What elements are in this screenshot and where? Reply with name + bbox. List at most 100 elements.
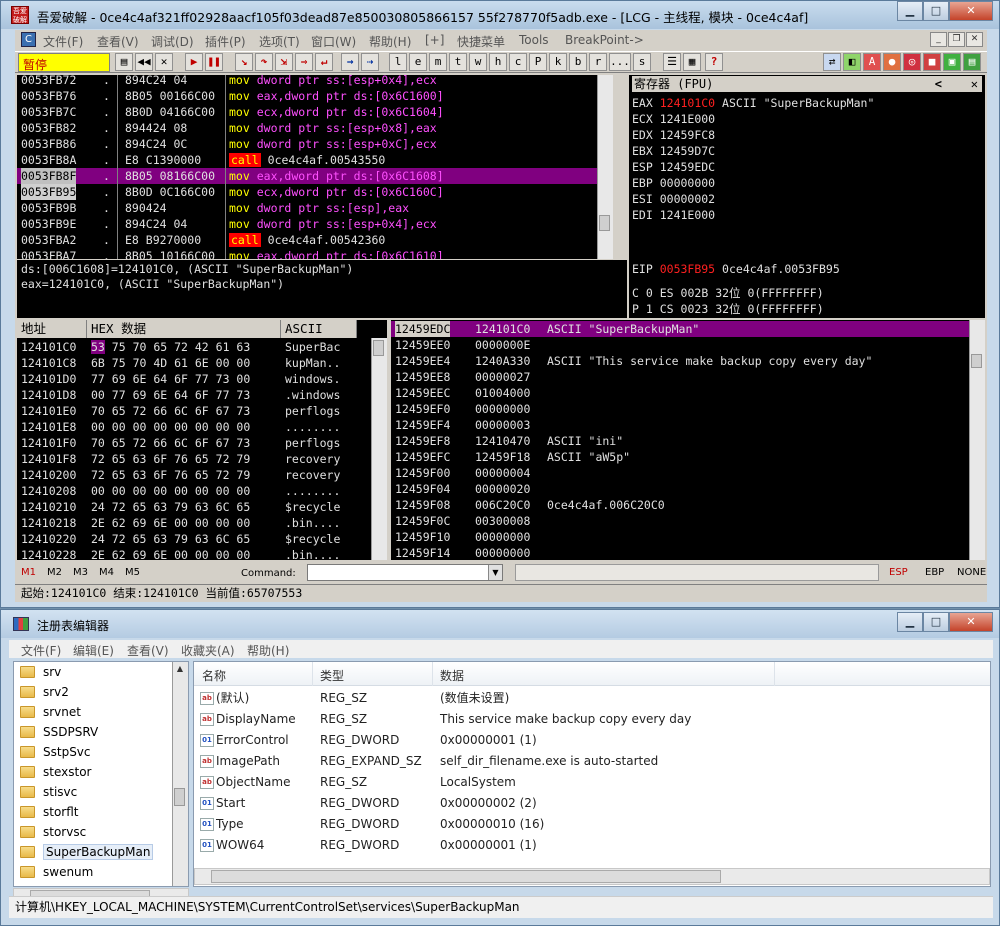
m3-button[interactable]: M3	[73, 567, 88, 578]
m4-button[interactable]: M4	[99, 567, 114, 578]
refresh-icon[interactable]: ⇄	[823, 53, 841, 71]
menu-file[interactable]: 文件(F)	[21, 642, 61, 659]
tree-item[interactable]: stisvc	[20, 782, 77, 803]
register-row[interactable]: ECX 1241E000	[632, 111, 715, 127]
menu-shortcut[interactable]: 快捷菜单	[457, 33, 505, 50]
stack-row[interactable]: 12459EE0 0000000E	[391, 337, 971, 353]
dump-row[interactable]: 124101C8 6B 75 70 4D 61 6E 00 00 kupMan..	[17, 355, 377, 371]
dump-row[interactable]: 12410220 24 72 65 63 79 63 6C 65 $recycle	[17, 531, 377, 547]
disasm-row[interactable]: 0053FB7C. 8B0D 04166C00 mov ecx,dword ptr …	[17, 104, 613, 120]
step-into-icon[interactable]: ↘	[235, 53, 253, 71]
stack-scrollbar[interactable]	[969, 320, 985, 560]
dump-row[interactable]: 124101F0 70 65 72 66 6C 6F 67 73 perflogs	[17, 435, 377, 451]
disasm-row[interactable]: 0053FB9B. 890424 mov dword ptr ss:[esp],ea…	[17, 200, 613, 216]
dump-row[interactable]: 124101D0 77 69 6E 64 6F 77 73 00 windows.	[17, 371, 377, 387]
trace-into-icon[interactable]: ⇲	[275, 53, 293, 71]
dump-header-hex[interactable]: HEX 数据	[87, 320, 281, 338]
disasm-row[interactable]: 0053FBA7. 8B05 10166C00 mov eax,dword ptr …	[17, 248, 613, 259]
mdi-minimize-button[interactable]: _	[930, 32, 947, 47]
values-hscroll-thumb[interactable]	[211, 870, 721, 883]
memory-dump-pane[interactable]: 地址 HEX 数据 ASCII 124101C0 53 75 70 65 72 4…	[17, 320, 387, 560]
stack-row[interactable]: 12459F0C 00300008	[391, 513, 971, 529]
stack-row[interactable]: 12459EF4 00000003	[391, 417, 971, 433]
help-icon[interactable]: ?	[705, 53, 723, 71]
ebp-button[interactable]: EBP	[925, 567, 944, 578]
tree-item[interactable]: stexstor	[20, 762, 91, 783]
register-row[interactable]: EDI 1241E000	[632, 207, 715, 223]
value-row[interactable]: ab DisplayName REG_SZ This service make bac…	[194, 709, 990, 730]
dump-row[interactable]: 12410228 2E 62 69 6E 00 00 00 00 .bin....	[17, 547, 377, 560]
trace-over-icon[interactable]: ⇒	[295, 53, 313, 71]
tree-scrollbar[interactable]: ▲	[172, 662, 188, 886]
menu-window[interactable]: 窗口(W)	[311, 33, 356, 50]
tree-item[interactable]: swenum	[20, 862, 93, 883]
column-data[interactable]: 数据	[440, 667, 464, 684]
menu-plus[interactable]: [+]	[425, 33, 444, 47]
stack-pane[interactable]: 12459EDC 124101C0 ASCII "SuperBackupMan" 12…	[391, 320, 985, 560]
list-icon[interactable]: ☰	[663, 53, 681, 71]
disasm-row[interactable]: 0053FB8F. 8B05 08166C00 mov eax,dword ptr …	[17, 168, 613, 184]
m5-button[interactable]: M5	[125, 567, 140, 578]
toolbar-letter-button[interactable]: c	[509, 53, 527, 71]
close-button[interactable]: ✕	[949, 612, 993, 632]
chevron-down-icon[interactable]: ▼	[488, 565, 502, 580]
toolbar-letter-button[interactable]: t	[449, 53, 467, 71]
dump-row[interactable]: 124101E0 70 65 72 66 6C 6F 67 73 perflogs	[17, 403, 377, 419]
register-row[interactable]: EBX 12459D7C	[632, 143, 715, 159]
value-row[interactable]: ab ObjectName REG_SZ LocalSystem	[194, 772, 990, 793]
toolbar-letter-button[interactable]: m	[429, 53, 447, 71]
stack-row[interactable]: 12459F14 00000000	[391, 545, 971, 560]
close-icon[interactable]: ✕	[971, 76, 978, 92]
goto-icon[interactable]: →	[341, 53, 359, 71]
run-icon[interactable]: ▶	[185, 53, 203, 71]
register-row-eip[interactable]: EIP 0053FB95 0ce4c4af.0053FB95	[632, 261, 840, 277]
tree-item[interactable]: srvnet	[20, 702, 81, 723]
menu-debug[interactable]: 调试(D)	[151, 33, 194, 50]
register-row[interactable]: EBP 00000000	[632, 175, 715, 191]
toolbar-letter-button[interactable]: e	[409, 53, 427, 71]
stack-scroll-thumb[interactable]	[971, 354, 982, 368]
disasm-row[interactable]: 0053FB76. 8B05 00166C00 mov eax,dword ptr …	[17, 88, 613, 104]
menu-view[interactable]: 查看(V)	[97, 33, 139, 50]
menu-breakpoint[interactable]: BreakPoint->	[565, 33, 644, 47]
target-icon[interactable]: ◎	[903, 53, 921, 71]
pause-icon[interactable]: ❚❚	[205, 53, 223, 71]
menu-tools[interactable]: Tools	[519, 33, 549, 47]
value-row[interactable]: 01 ErrorControl REG_DWORD 0x00000001 (1)	[194, 730, 990, 751]
registers-header[interactable]: 寄存器 (FPU) < ✕	[632, 76, 982, 92]
dump-header-address[interactable]: 地址	[17, 320, 87, 338]
toolbar-letter-button[interactable]: b	[569, 53, 587, 71]
dump-header-ascii[interactable]: ASCII	[281, 320, 357, 338]
menu-help[interactable]: 帮助(H)	[369, 33, 411, 50]
tree-scroll-thumb[interactable]	[174, 788, 185, 806]
disasm-row[interactable]: 0053FB86. 894C24 0C mov dword ptr ss:[esp+…	[17, 136, 613, 152]
toolbar-letter-button[interactable]: r	[589, 53, 607, 71]
toolbar-letter-button[interactable]: w	[469, 53, 487, 71]
disasm-scrollbar[interactable]	[597, 75, 613, 259]
disasm-row[interactable]: 0053FBA2. E8 B9270000 call 0ce4c4af.005423…	[17, 232, 613, 248]
menu-favorites[interactable]: 收藏夹(A)	[181, 642, 235, 659]
tree-item[interactable]: storflt	[20, 802, 79, 823]
tree-item[interactable]: srv2	[20, 682, 69, 703]
dump-row[interactable]: 12410200 72 65 63 6F 76 65 72 79 recovery	[17, 467, 377, 483]
stack-row[interactable]: 12459EEC 01004000	[391, 385, 971, 401]
column-name[interactable]: 名称	[202, 667, 226, 684]
none-button[interactable]: NONE	[957, 567, 986, 578]
close-button[interactable]: ✕	[949, 1, 993, 21]
disasm-row[interactable]: 0053FB9E. 894C24 04 mov dword ptr ss:[esp+…	[17, 216, 613, 232]
scroll-up-icon[interactable]: ▲	[173, 662, 187, 676]
column-type[interactable]: 类型	[320, 667, 344, 684]
grid-icon[interactable]: ▦	[683, 53, 701, 71]
calc-icon[interactable]: ▣	[943, 53, 961, 71]
disasm-row[interactable]: 0053FB8A. E8 C1390000 call 0ce4c4af.005435…	[17, 152, 613, 168]
dump-row[interactable]: 12410218 2E 62 69 6E 00 00 00 00 .bin....	[17, 515, 377, 531]
step-over-icon[interactable]: ↷	[255, 53, 273, 71]
toolbar-letter-button[interactable]: l	[389, 53, 407, 71]
disasm-row[interactable]: 0053FB72. 894C24 04 mov dword ptr ss:[esp+…	[17, 75, 613, 88]
tree-item[interactable]: storvsc	[20, 822, 86, 843]
mdi-close-button[interactable]: ✕	[966, 32, 983, 47]
stack-row[interactable]: 12459EDC 124101C0 ASCII "SuperBackupMan"	[391, 321, 971, 337]
menu-plugins[interactable]: 插件(P)	[205, 33, 246, 50]
plugin-orange-icon[interactable]: ●	[883, 53, 901, 71]
info-pane[interactable]: ds:[006C1608]=124101C0, (ASCII "SuperBac…	[17, 260, 627, 318]
